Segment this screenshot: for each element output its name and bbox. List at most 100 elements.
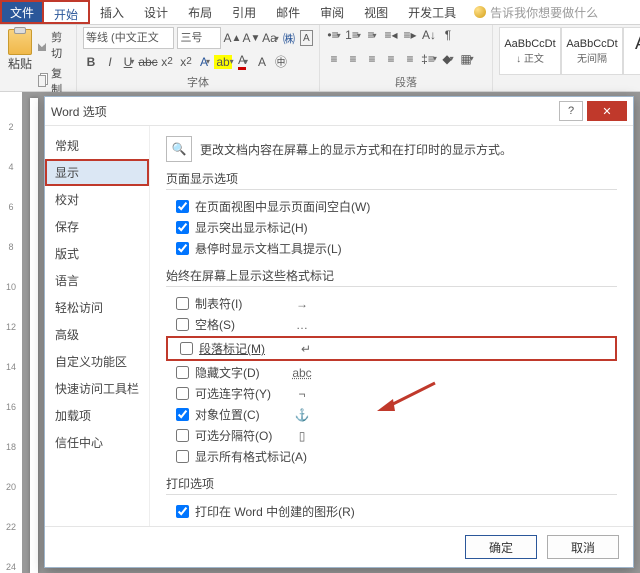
tab-mail[interactable]: 邮件 [266, 0, 310, 24]
sidebar-item-ease[interactable]: 轻松访问 [45, 294, 149, 321]
tab-references[interactable]: 引用 [222, 0, 266, 24]
checkbox[interactable] [176, 242, 189, 255]
opt-show-tooltips[interactable]: 悬停时显示文档工具提示(L) [166, 238, 617, 259]
line-spacing-button[interactable]: ‡≡▾ [421, 51, 437, 67]
sidebar-item-general[interactable]: 常规 [45, 132, 149, 159]
opt-label: 打印在 Word 中创建的图形(R) [195, 503, 355, 520]
style-sample: AaBl [635, 33, 640, 54]
shading-button[interactable]: ◆▾ [440, 51, 456, 67]
tab-home[interactable]: 开始 [44, 0, 90, 24]
subscript-button[interactable]: x2 [159, 54, 175, 70]
sort-button[interactable]: A↓ [421, 27, 437, 43]
sidebar-item-advanced[interactable]: 高级 [45, 321, 149, 348]
tab-developer[interactable]: 开发工具 [398, 0, 466, 24]
borders-button[interactable]: ▦▾ [459, 51, 475, 67]
opt-hidden-text[interactable]: 隐藏文字(D)abc [166, 362, 617, 383]
sidebar-item-layout[interactable]: 版式 [45, 240, 149, 267]
checkbox[interactable] [176, 297, 189, 310]
font-family-select[interactable]: 等线 (中文正文 [83, 27, 174, 49]
opt-label: 可选连字符(Y) [195, 385, 281, 402]
ruler-tick: 24 [0, 562, 22, 572]
multilevel-button[interactable]: ≡▾ [364, 27, 380, 43]
numbering-button[interactable]: 1≡▾ [345, 27, 361, 43]
group-font: 等线 (中文正文 三号 A▲ A▼ Aa▾ ㈱ A B I U▾ abc x2 … [77, 25, 320, 91]
bullets-button[interactable]: •≡▾ [326, 27, 342, 43]
char-border-button[interactable]: A [300, 30, 313, 46]
shrink-font-button[interactable]: A▼ [243, 30, 259, 46]
checkbox[interactable] [176, 221, 189, 234]
opt-all-marks[interactable]: 显示所有格式标记(A) [166, 446, 617, 467]
checkbox[interactable] [176, 408, 189, 421]
text-effects-button[interactable]: A▾ [197, 54, 213, 70]
change-case-button[interactable]: Aa▾ [262, 30, 278, 46]
ruler-tick: 14 [0, 362, 22, 372]
justify-button[interactable]: ≡ [383, 51, 399, 67]
font-size-select[interactable]: 三号 [177, 27, 221, 49]
opt-anchors[interactable]: 对象位置(C)⚓ [166, 404, 617, 425]
close-button[interactable]: ✕ [587, 101, 627, 121]
opt-print-drawings[interactable]: 打印在 Word 中创建的图形(R) [166, 501, 617, 522]
style-normal[interactable]: AaBbCcDt↓ 正文 [499, 27, 561, 75]
opt-label: 空格(S) [195, 316, 281, 333]
sidebar-item-proofing[interactable]: 校对 [45, 186, 149, 213]
decrease-indent-button[interactable]: ≡◂ [383, 27, 399, 43]
tab-file[interactable]: 文件 [0, 0, 44, 24]
tab-symbol-icon: → [287, 297, 317, 311]
style-heading1[interactable]: AaBl标题 1 [623, 27, 640, 75]
sidebar-item-customize-ribbon[interactable]: 自定义功能区 [45, 348, 149, 375]
checkbox[interactable] [176, 318, 189, 331]
checkbox[interactable] [176, 429, 189, 442]
grow-font-button[interactable]: A▲ [224, 30, 240, 46]
checkbox[interactable] [176, 387, 189, 400]
checkbox[interactable] [176, 450, 189, 463]
italic-button[interactable]: I [102, 54, 118, 70]
tab-design[interactable]: 设计 [134, 0, 178, 24]
opt-hyphens[interactable]: 可选连字符(Y)¬ [166, 383, 617, 404]
checkbox[interactable] [180, 342, 193, 355]
ok-button[interactable]: 确定 [465, 535, 537, 559]
sidebar-item-language[interactable]: 语言 [45, 267, 149, 294]
opt-tab-chars[interactable]: 制表符(I)→ [166, 293, 617, 314]
char-shading-button[interactable]: A [254, 54, 270, 70]
tab-review[interactable]: 审阅 [310, 0, 354, 24]
opt-paragraph-marks[interactable]: 段落标记(M)↵ [170, 338, 613, 359]
align-center-button[interactable]: ≡ [345, 51, 361, 67]
opt-spaces[interactable]: 空格(S)… [166, 314, 617, 335]
style-nospacing[interactable]: AaBbCcDt无间隔 [561, 27, 623, 75]
cancel-button[interactable]: 取消 [547, 535, 619, 559]
sidebar-item-display[interactable]: 显示 [45, 159, 149, 186]
checkbox[interactable] [176, 505, 189, 518]
opt-breaks[interactable]: 可选分隔符(O)▯ [166, 425, 617, 446]
tell-me[interactable]: 告诉我你想要做什么 [474, 0, 598, 24]
sidebar-item-trust[interactable]: 信任中心 [45, 429, 149, 456]
underline-button[interactable]: U▾ [121, 54, 137, 70]
enclose-char-button[interactable]: ㊥ [273, 54, 289, 70]
superscript-button[interactable]: x2 [178, 54, 194, 70]
tab-insert[interactable]: 插入 [90, 0, 134, 24]
opt-show-highlight[interactable]: 显示突出显示标记(H) [166, 217, 617, 238]
highlight-button[interactable]: ab▾ [216, 54, 232, 70]
checkbox[interactable] [176, 366, 189, 379]
show-marks-button[interactable]: ¶ [440, 27, 456, 43]
ruler-tick: 10 [0, 282, 22, 292]
sidebar-item-addins[interactable]: 加载项 [45, 402, 149, 429]
cut-button[interactable]: 剪切 [36, 27, 70, 63]
tab-layout[interactable]: 布局 [178, 0, 222, 24]
checkbox[interactable] [176, 200, 189, 213]
font-color-button[interactable]: A▾ [235, 54, 251, 70]
align-left-button[interactable]: ≡ [326, 51, 342, 67]
strikethrough-button[interactable]: abc [140, 54, 156, 70]
align-right-button[interactable]: ≡ [364, 51, 380, 67]
sidebar-item-qat[interactable]: 快速访问工具栏 [45, 375, 149, 402]
increase-indent-button[interactable]: ≡▸ [402, 27, 418, 43]
opt-show-whitespace[interactable]: 在页面视图中显示页面间空白(W) [166, 196, 617, 217]
opt-label: 显示突出显示标记(H) [195, 219, 308, 236]
distributed-button[interactable]: ≡ [402, 51, 418, 67]
bold-button[interactable]: B [83, 54, 99, 70]
tab-view[interactable]: 视图 [354, 0, 398, 24]
help-button[interactable]: ? [559, 101, 583, 121]
ruler-tick: 4 [0, 162, 22, 172]
section-format-marks: 始终在屏幕上显示这些格式标记 [166, 267, 617, 287]
sidebar-item-save[interactable]: 保存 [45, 213, 149, 240]
phonetic-guide-button[interactable]: ㈱ [281, 30, 296, 46]
